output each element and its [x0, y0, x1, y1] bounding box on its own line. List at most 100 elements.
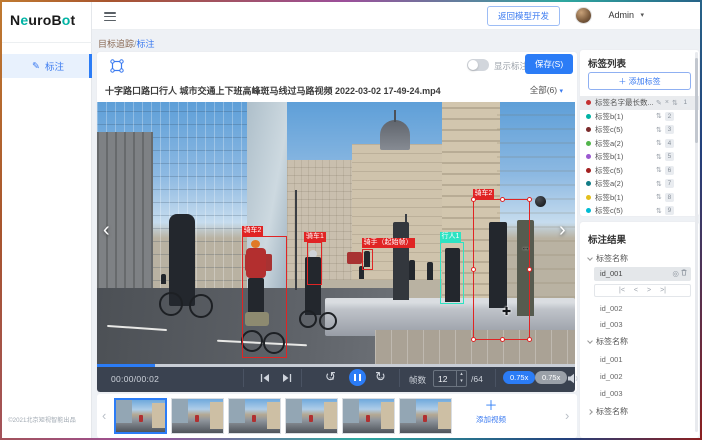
- next-video-chevron[interactable]: ›: [559, 220, 566, 240]
- tag-row[interactable]: 标签b(1)⇅8: [580, 191, 699, 205]
- speed-active-pill[interactable]: 0.75x: [503, 371, 535, 384]
- skip-forward-icon[interactable]: ↻10: [375, 370, 389, 386]
- save-button[interactable]: 保存(S): [525, 54, 573, 74]
- prev-frame-icon[interactable]: [259, 373, 271, 383]
- move-tag-icon[interactable]: ⇅: [656, 126, 662, 134]
- annotation-box[interactable]: 骑车2: [242, 236, 287, 358]
- move-tag-icon[interactable]: ⇅: [656, 139, 662, 147]
- resize-handle[interactable]: [527, 267, 532, 272]
- delete-tag-icon[interactable]: ×: [665, 99, 669, 106]
- tag-row[interactable]: 标签c(5)⇅9: [580, 204, 699, 218]
- chevron-down-icon: [587, 338, 593, 344]
- prev-video-chevron[interactable]: ‹: [103, 220, 110, 240]
- annotation-box-selected[interactable]: 骑车2: [473, 199, 530, 340]
- move-tag-icon[interactable]: ⇅: [656, 166, 662, 174]
- skip-back-icon[interactable]: ↺10: [325, 370, 339, 386]
- video-canvas[interactable]: 骑车2 骑车1 骑手（起始帧） 行人1 骑车2 ✚: [97, 102, 575, 364]
- breadcrumb: 目标追踪/标注: [98, 37, 155, 50]
- move-tag-icon[interactable]: ⇅: [656, 112, 662, 120]
- thumbnail-frame-3[interactable]: [228, 398, 281, 434]
- move-tag-icon[interactable]: ⇅: [656, 207, 662, 215]
- add-video-button[interactable]: ＋ 添加视频: [455, 398, 527, 434]
- panel-scrollbar[interactable]: [695, 52, 698, 432]
- resize-handle[interactable]: [527, 197, 532, 202]
- thumbnail-frame-5[interactable]: [342, 398, 395, 434]
- move-tag-icon[interactable]: ⇅: [672, 99, 678, 107]
- filter-dropdown[interactable]: 全部(6) ▾: [530, 84, 563, 96]
- bbox-tool-icon[interactable]: [109, 58, 125, 74]
- frame-number-stepper[interactable]: 12 ▴▾: [433, 370, 467, 387]
- add-tag-button[interactable]: ＋ 添加标签: [588, 72, 691, 90]
- next-frame-icon[interactable]: [281, 373, 293, 383]
- breadcrumb-parent[interactable]: 目标追踪: [98, 39, 134, 49]
- result-item[interactable]: id_003: [594, 387, 691, 401]
- result-item[interactable]: id_003: [594, 318, 691, 332]
- divider: [243, 369, 244, 387]
- trash-icon[interactable]: [681, 269, 687, 278]
- move-tag-icon[interactable]: ⇅: [656, 153, 662, 161]
- result-id-label: id_001: [600, 269, 623, 278]
- pager-prev-icon[interactable]: <: [634, 285, 638, 296]
- result-item[interactable]: id_001: [594, 353, 691, 367]
- result-group-header[interactable]: 标签名称: [588, 253, 628, 264]
- tag-row[interactable]: 标签a(2)⇅4: [580, 137, 699, 151]
- show-annotation-toggle[interactable]: [467, 59, 489, 71]
- bicycle-wheel: [319, 312, 337, 330]
- breadcrumb-current[interactable]: 标注: [137, 39, 155, 49]
- result-item-selected[interactable]: id_001 ◎: [594, 267, 691, 281]
- collapse-menu-icon[interactable]: [104, 12, 116, 21]
- result-group-header[interactable]: 标签名称: [588, 406, 628, 417]
- annotation-box-label: 骑手（起始帧）: [362, 238, 415, 248]
- annotation-box[interactable]: 行人1: [440, 242, 464, 304]
- tag-row[interactable]: 标签c(5)⇅6: [580, 164, 699, 178]
- pager-last-icon[interactable]: >|: [660, 285, 666, 296]
- move-tag-icon[interactable]: ⇅: [656, 193, 662, 201]
- tag-shortcut-badge: 5: [665, 152, 674, 161]
- pager-next-icon[interactable]: >: [647, 285, 651, 296]
- resize-handle[interactable]: [471, 197, 476, 202]
- thumbs-prev-chevron[interactable]: ‹: [102, 408, 106, 423]
- scene-lamp-post: [295, 190, 297, 290]
- edit-tag-icon[interactable]: ✎: [656, 99, 662, 107]
- annotation-box[interactable]: 骑手（起始帧）: [362, 249, 373, 270]
- scrollbar-thumb[interactable]: [695, 58, 698, 143]
- annotation-box[interactable]: 骑车1: [307, 242, 322, 285]
- result-group-header[interactable]: 标签名称: [588, 336, 628, 347]
- tag-row[interactable]: 标签c(5)⇅3: [580, 123, 699, 137]
- username-label[interactable]: Admin: [608, 10, 634, 20]
- frame-number-value[interactable]: 12: [438, 374, 447, 384]
- sidebar-item-annotate[interactable]: ✎ 标注: [2, 54, 92, 78]
- pager-first-icon[interactable]: |<: [619, 285, 625, 296]
- thumbs-next-chevron[interactable]: ›: [565, 408, 569, 423]
- progress-bar[interactable]: [97, 364, 575, 367]
- thumbnail-frame-1[interactable]: [114, 398, 167, 434]
- frame-count-label: 帧数: [409, 374, 426, 386]
- thumbnail-frame-2[interactable]: [171, 398, 224, 434]
- avatar[interactable]: [575, 7, 592, 24]
- resize-handle[interactable]: [500, 197, 505, 202]
- locate-icon[interactable]: ◎: [672, 269, 679, 278]
- group-name: 标签名称: [596, 253, 628, 264]
- back-to-model-dev-button[interactable]: 返回模型开发: [487, 6, 560, 26]
- volume-icon[interactable]: [567, 373, 580, 384]
- thumbnail-frame-4[interactable]: [285, 398, 338, 434]
- thumbnail-frame-6[interactable]: [399, 398, 452, 434]
- resize-handle[interactable]: [527, 337, 532, 342]
- tag-row[interactable]: 标签名字最长数... ✎ × ⇅ 1: [580, 96, 699, 110]
- tag-color-dot: [586, 168, 591, 173]
- pause-button[interactable]: [349, 369, 366, 386]
- tag-label: 标签a(2): [595, 138, 653, 149]
- resize-handle[interactable]: [471, 267, 476, 272]
- tag-label: 标签b(1): [595, 192, 653, 203]
- result-item[interactable]: id_002: [594, 370, 691, 384]
- tag-row[interactable]: 标签b(1)⇅2: [580, 110, 699, 124]
- tag-row[interactable]: 标签a(2)⇅7: [580, 177, 699, 191]
- tag-row[interactable]: 标签b(1)⇅5: [580, 150, 699, 164]
- resize-handle[interactable]: [500, 337, 505, 342]
- move-tag-icon[interactable]: ⇅: [656, 180, 662, 188]
- resize-handle[interactable]: [471, 337, 476, 342]
- stepper-arrows-icon[interactable]: ▴▾: [456, 371, 466, 386]
- speed-secondary-pill[interactable]: 0.75x: [535, 371, 567, 384]
- thumbnail-image: [116, 400, 165, 432]
- result-item[interactable]: id_002: [594, 302, 691, 316]
